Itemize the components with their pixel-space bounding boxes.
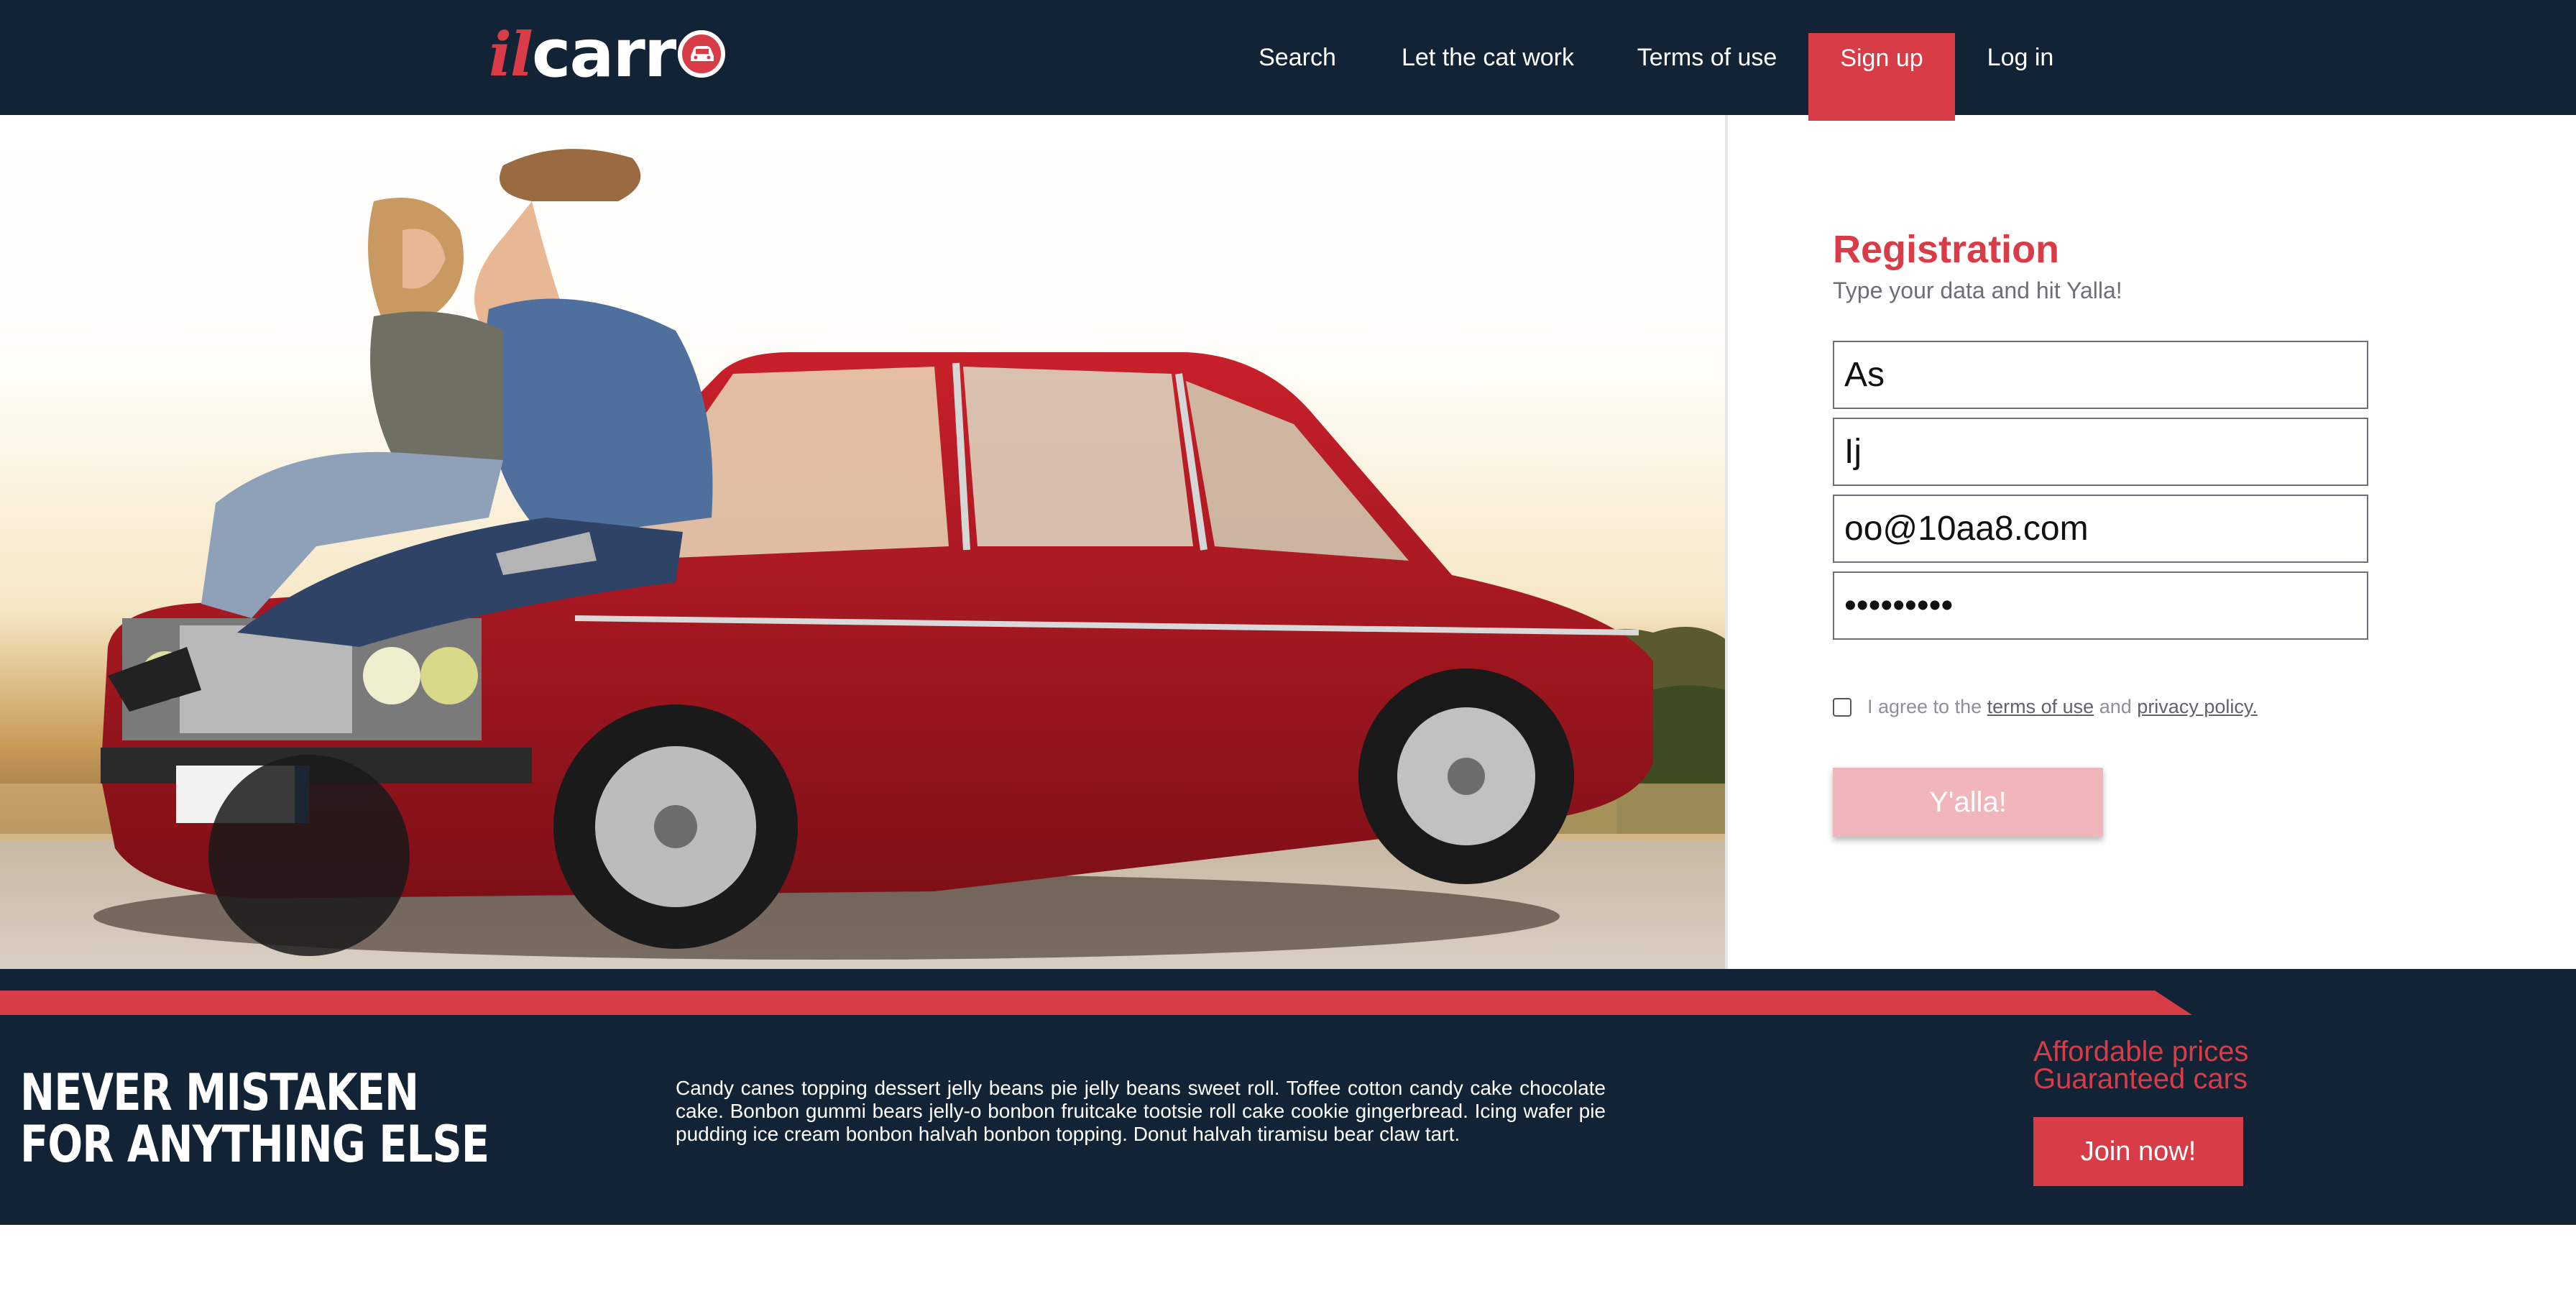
nav-terms-of-use[interactable]: Terms of use bbox=[1632, 0, 1782, 115]
vertical-divider bbox=[1725, 115, 1728, 969]
registration-title: Registration bbox=[1833, 228, 2060, 271]
nav-search[interactable]: Search bbox=[1251, 0, 1344, 115]
terms-of-use-link[interactable]: terms of use bbox=[1987, 696, 2094, 717]
logo-carr-text: carr bbox=[531, 15, 676, 92]
yalla-submit-button[interactable]: Y'alla! bbox=[1833, 768, 2103, 837]
footer-slogan: NEVER MISTAKEN FOR ANYTHING ELSE bbox=[20, 1067, 489, 1170]
terms-agreement: I agree to the terms of use and privacy … bbox=[1833, 696, 2258, 718]
nav-let-the-cat-work[interactable]: Let the cat work bbox=[1394, 0, 1581, 115]
logo-il-text: il bbox=[489, 18, 533, 90]
slogan-line-1: NEVER MISTAKEN bbox=[20, 1063, 419, 1122]
promo-line-2: Guaranteed cars bbox=[2033, 1063, 2248, 1095]
top-navbar: il carr Search Let the cat work Terms of… bbox=[0, 0, 2576, 121]
nav-log-in[interactable]: Log in bbox=[1981, 0, 2060, 115]
agree-checkbox[interactable] bbox=[1833, 697, 1852, 717]
last-name-input[interactable] bbox=[1833, 418, 2368, 486]
nav-sign-up[interactable]: Sign up bbox=[1808, 33, 1955, 121]
promo-line-1: Affordable prices bbox=[2033, 1036, 2249, 1067]
email-input[interactable] bbox=[1833, 495, 2368, 563]
join-now-button[interactable]: Join now! bbox=[2033, 1117, 2243, 1186]
footer-promo: Affordable prices Guaranteed cars bbox=[2033, 1036, 2249, 1095]
agree-text: I agree to the terms of use and privacy … bbox=[1867, 696, 2258, 718]
agree-prefix: I agree to the bbox=[1867, 696, 1982, 717]
footer-banner: NEVER MISTAKEN FOR ANYTHING ELSE Candy c… bbox=[0, 969, 2576, 1225]
password-input[interactable] bbox=[1833, 571, 2368, 640]
footer-description: Candy canes topping dessert jelly beans … bbox=[676, 1077, 1606, 1145]
registration-subtitle: Type your data and hit Yalla! bbox=[1833, 277, 2122, 303]
first-name-input[interactable] bbox=[1833, 341, 2368, 409]
red-accent-stripe bbox=[0, 991, 2192, 1015]
hero-image-couple-red-car bbox=[0, 115, 1726, 969]
privacy-policy-link[interactable]: privacy policy. bbox=[2137, 696, 2258, 717]
agree-and: and bbox=[2099, 696, 2132, 717]
slogan-line-2: FOR ANYTHING ELSE bbox=[20, 1115, 489, 1174]
ilcarro-logo[interactable]: il carr bbox=[489, 15, 726, 92]
car-icon bbox=[678, 30, 726, 78]
